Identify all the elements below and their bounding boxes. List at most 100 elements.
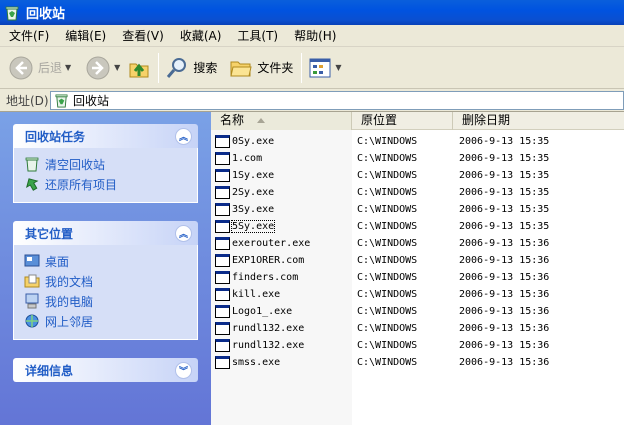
desktop-icon <box>24 254 40 267</box>
folders-label: 文件夹 <box>257 61 294 75</box>
file-date: 2006-9-13 15:36 <box>459 272 550 283</box>
forward-button[interactable]: ▼ <box>85 50 120 86</box>
search-label: 搜索 <box>193 61 218 75</box>
forward-arrow-icon <box>86 56 110 79</box>
other-places-body: 桌面 我的文档 我的电脑 网上邻居 <box>13 245 198 340</box>
table-row[interactable]: 1.com C:\WINDOWS 2006-9-13 15:35 <box>211 150 624 167</box>
file-date: 2006-9-13 15:36 <box>459 238 550 249</box>
menu-help[interactable]: 帮助(H) <box>286 26 344 46</box>
back-label: 后退 <box>38 61 63 75</box>
exe-file-icon <box>215 152 230 165</box>
file-name: 0Sy.exe <box>232 136 275 147</box>
table-row[interactable]: kill.exe C:\WINDOWS 2006-9-13 15:36 <box>211 286 624 303</box>
table-row[interactable]: 5Sy.exe C:\WINDOWS 2006-9-13 15:35 <box>211 218 624 235</box>
menu-tools[interactable]: 工具(T) <box>229 26 286 46</box>
file-date: 2006-9-13 15:35 <box>459 136 550 147</box>
file-name: kill.exe <box>232 289 281 300</box>
file-name: 1Sy.exe <box>232 170 275 181</box>
file-date: 2006-9-13 15:35 <box>459 187 550 198</box>
file-name: EXP1ORER.com <box>232 255 305 266</box>
toolbar-separator <box>158 52 160 83</box>
table-row[interactable]: rundl132.exe C:\WINDOWS 2006-9-13 15:36 <box>211 320 624 337</box>
search-button[interactable]: 搜索 <box>165 50 217 86</box>
file-date: 2006-9-13 15:36 <box>459 323 550 334</box>
table-row[interactable]: finders.com C:\WINDOWS 2006-9-13 15:36 <box>211 269 624 286</box>
exe-file-icon <box>215 288 230 301</box>
task-label: 清空回收站 <box>45 157 106 172</box>
collapse-chevron-icon[interactable]: ︽ <box>175 224 192 242</box>
file-name: Logo1_.exe <box>232 306 293 317</box>
place-label: 我的电脑 <box>45 294 94 309</box>
menu-bar: 文件(F) 编辑(E) 查看(V) 收藏(A) 工具(T) 帮助(H) <box>0 25 624 47</box>
file-name-cell: rundl132.exe <box>211 339 352 352</box>
exe-file-icon <box>215 186 230 199</box>
place-network[interactable]: 网上邻居 <box>24 311 197 331</box>
window-title: 回收站 <box>26 7 66 22</box>
title-bar[interactable]: 回收站 <box>0 0 624 25</box>
file-name: rundl132.exe <box>232 340 305 351</box>
file-name: rundl132.exe <box>232 323 305 334</box>
place-my-computer[interactable]: 我的电脑 <box>24 291 197 311</box>
exe-file-icon <box>215 254 230 267</box>
menu-edit[interactable]: 编辑(E) <box>57 26 114 46</box>
table-row[interactable]: rundl132.exe C:\WINDOWS 2006-9-13 15:36 <box>211 337 624 354</box>
collapse-chevron-icon[interactable]: ︽ <box>175 127 192 145</box>
table-row[interactable]: EXP1ORER.com C:\WINDOWS 2006-9-13 15:36 <box>211 252 624 269</box>
file-location: C:\WINDOWS <box>357 238 418 249</box>
file-name: exerouter.exe <box>232 238 311 249</box>
file-location: C:\WINDOWS <box>357 170 418 181</box>
file-date: 2006-9-13 15:36 <box>459 340 550 351</box>
table-row[interactable]: Logo1_.exe C:\WINDOWS 2006-9-13 15:36 <box>211 303 624 320</box>
exe-file-icon <box>215 203 230 216</box>
file-date: 2006-9-13 15:36 <box>459 289 550 300</box>
file-name-cell: smss.exe <box>211 356 352 369</box>
recycle-tasks-header[interactable]: 回收站任务 ︽ <box>13 124 198 148</box>
address-field[interactable]: 回收站 <box>50 91 624 110</box>
expand-chevron-icon[interactable]: ︾ <box>175 361 192 379</box>
task-empty-recycle-bin[interactable]: 清空回收站 <box>24 154 197 174</box>
back-dropdown-icon[interactable]: ▼ <box>65 63 71 72</box>
place-my-documents[interactable]: 我的文档 <box>24 271 197 291</box>
column-deletion-date[interactable]: 删除日期 <box>453 112 624 130</box>
menu-file[interactable]: 文件(F) <box>0 26 57 46</box>
file-date: 2006-9-13 15:36 <box>459 357 550 368</box>
details-header[interactable]: 详细信息 ︾ <box>13 358 198 382</box>
table-row[interactable]: 1Sy.exe C:\WINDOWS 2006-9-13 15:35 <box>211 167 624 184</box>
task-restore-all[interactable]: 还原所有项目 <box>24 174 197 194</box>
file-location: C:\WINDOWS <box>357 136 418 147</box>
back-button[interactable]: 后退 ▼ <box>8 50 71 86</box>
file-date: 2006-9-13 15:36 <box>459 306 550 317</box>
forward-dropdown-icon[interactable]: ▼ <box>114 63 120 72</box>
column-original-location[interactable]: 原位置 <box>352 112 453 130</box>
views-button[interactable]: ▼ <box>308 50 342 86</box>
folders-button[interactable]: 文件夹 <box>229 50 293 86</box>
table-row[interactable]: exerouter.exe C:\WINDOWS 2006-9-13 15:36 <box>211 235 624 252</box>
views-icon <box>309 58 331 77</box>
recycle-bin-icon <box>5 6 19 20</box>
file-name: 2Sy.exe <box>232 187 275 198</box>
menu-favorites[interactable]: 收藏(A) <box>172 26 230 46</box>
views-dropdown-icon[interactable]: ▼ <box>335 63 341 72</box>
up-button[interactable] <box>128 50 152 86</box>
column-header: 名称 原位置 删除日期 <box>211 112 624 130</box>
column-name[interactable]: 名称 <box>211 112 352 130</box>
table-row[interactable]: 0Sy.exe C:\WINDOWS 2006-9-13 15:35 <box>211 133 624 150</box>
column-name-label: 名称 <box>220 113 245 127</box>
recycle-tasks-panel: 回收站任务 ︽ 清空回收站 还原所有项目 <box>13 124 198 203</box>
file-list[interactable]: 名称 原位置 删除日期 0Sy.exe C:\WINDOWS 2006-9-13 1… <box>211 112 624 425</box>
exe-file-icon <box>215 169 230 182</box>
table-row[interactable]: 3Sy.exe C:\WINDOWS 2006-9-13 15:35 <box>211 201 624 218</box>
menu-view[interactable]: 查看(V) <box>114 26 172 46</box>
file-location: C:\WINDOWS <box>357 272 418 283</box>
table-row[interactable]: smss.exe C:\WINDOWS 2006-9-13 15:36 <box>211 354 624 371</box>
file-name-cell: 1Sy.exe <box>211 169 352 182</box>
place-desktop[interactable]: 桌面 <box>24 251 197 271</box>
other-places-header[interactable]: 其它位置 ︽ <box>13 221 198 245</box>
other-places-title: 其它位置 <box>25 226 74 241</box>
file-location: C:\WINDOWS <box>357 187 418 198</box>
file-date: 2006-9-13 15:35 <box>459 170 550 181</box>
address-value: 回收站 <box>73 94 110 108</box>
place-label: 桌面 <box>45 254 70 269</box>
table-row[interactable]: 2Sy.exe C:\WINDOWS 2006-9-13 15:35 <box>211 184 624 201</box>
my-documents-icon <box>24 274 40 288</box>
